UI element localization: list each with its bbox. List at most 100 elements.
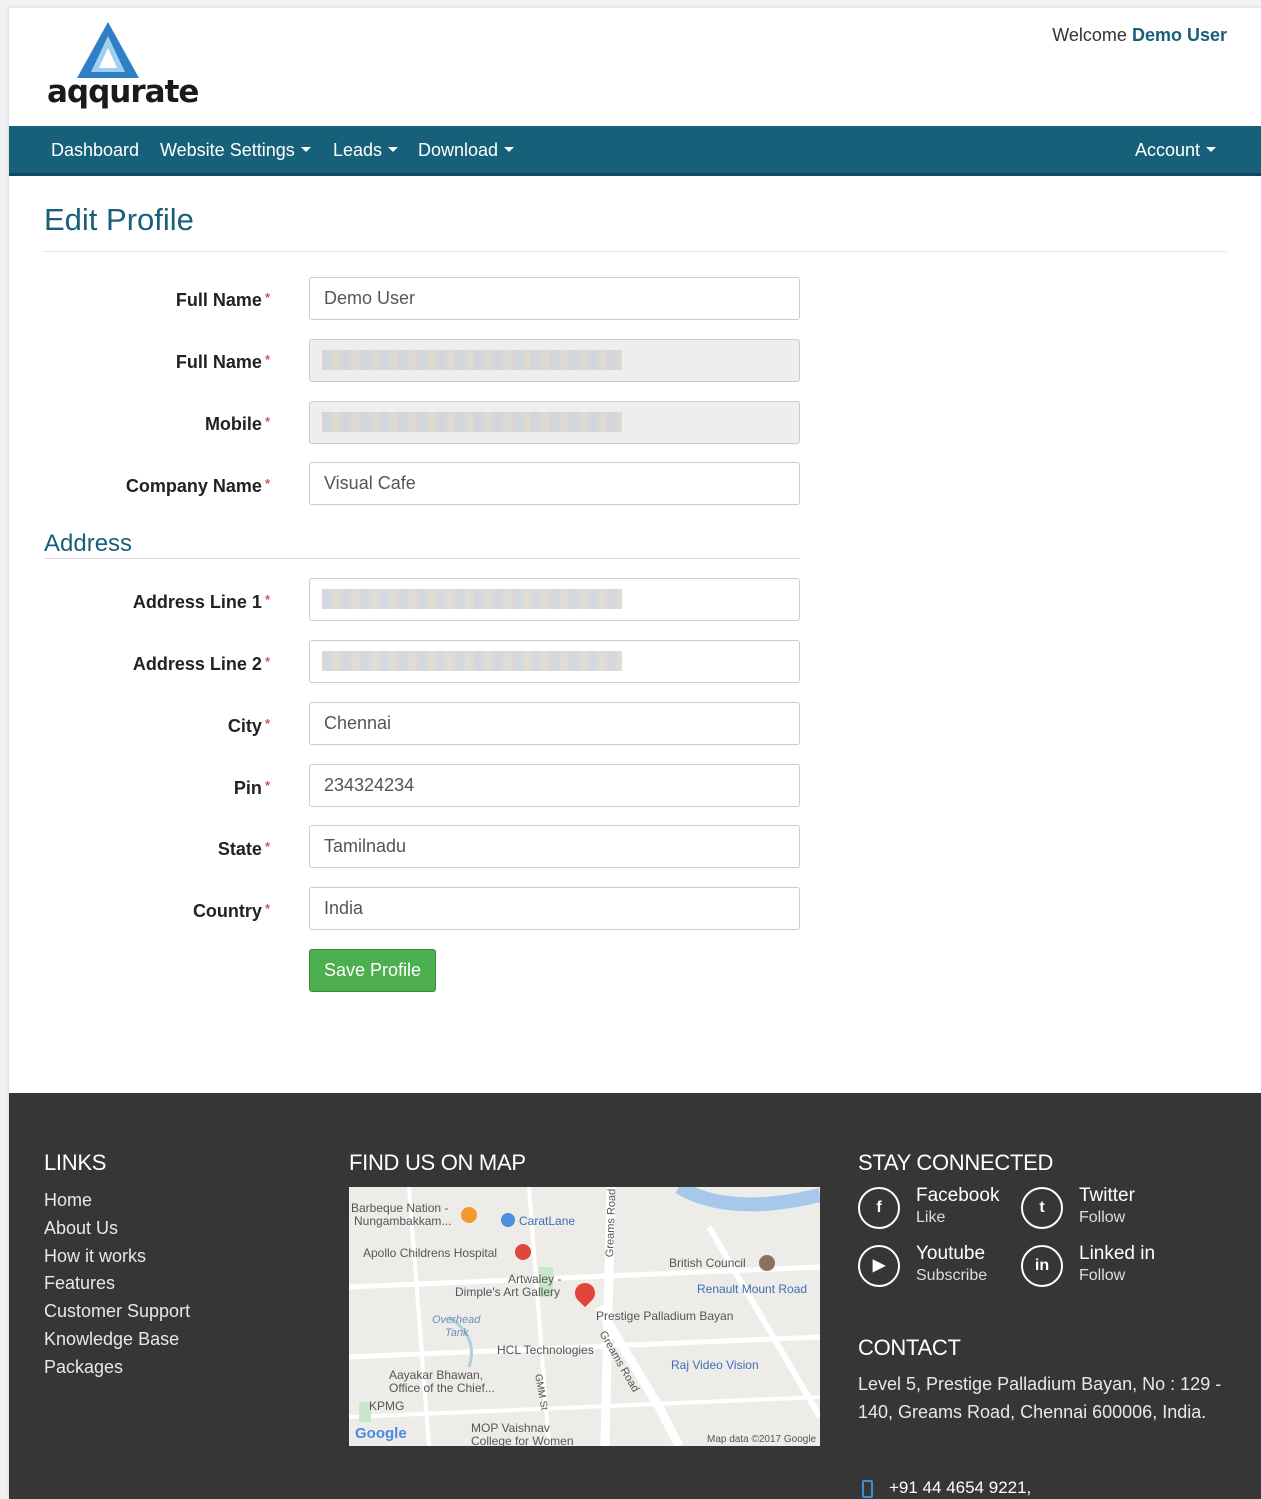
country-label: Country * bbox=[193, 901, 270, 922]
mobile-phone-icon bbox=[862, 1479, 873, 1498]
google-logo: Google bbox=[355, 1425, 407, 1442]
full-name-2-input bbox=[309, 339, 800, 382]
social-sub: Follow bbox=[1079, 1267, 1126, 1284]
social-name: Linked in bbox=[1079, 1243, 1156, 1264]
map-label: KPMG bbox=[369, 1399, 405, 1413]
location-map[interactable]: Barbeque Nation - Nungambakkam... CaratL… bbox=[349, 1187, 820, 1446]
state-input[interactable]: Tamilnadu bbox=[309, 825, 800, 868]
address-line-2-label-text: Address Line 2 bbox=[132, 654, 262, 674]
mobile-input bbox=[309, 401, 800, 444]
map-label: Prestige Palladium Bayan bbox=[596, 1309, 734, 1323]
state-label: State * bbox=[218, 839, 270, 860]
nav-account[interactable]: Account bbox=[1135, 140, 1217, 161]
nav-account-label: Account bbox=[1135, 140, 1201, 160]
title-divider bbox=[44, 251, 1228, 252]
address-line-1-label-text: Address Line 1 bbox=[132, 592, 262, 612]
city-label-text: City bbox=[227, 716, 262, 736]
footer-link-features[interactable]: Features bbox=[44, 1273, 115, 1294]
pin-input[interactable]: 234324234 bbox=[309, 764, 800, 807]
address-section-title: Address bbox=[44, 530, 133, 557]
city-label: City * bbox=[228, 716, 270, 737]
social-sub: Follow bbox=[1079, 1209, 1126, 1226]
place-marker-icon[interactable] bbox=[759, 1255, 775, 1271]
full-name-input[interactable]: Demo User bbox=[309, 277, 800, 320]
required-mark: * bbox=[264, 414, 270, 429]
facebook-icon: f bbox=[858, 1187, 900, 1229]
footer: LINKS Home About Us How it works Feature… bbox=[9, 1093, 1261, 1499]
required-mark: * bbox=[264, 654, 270, 669]
pin-label-text: Pin bbox=[233, 778, 262, 798]
country-input[interactable]: India bbox=[309, 887, 800, 930]
map-label: CaratLane bbox=[519, 1214, 576, 1228]
required-mark: * bbox=[264, 716, 270, 731]
caret-down-icon bbox=[388, 147, 399, 153]
footer-link-packages[interactable]: Packages bbox=[44, 1357, 123, 1378]
nav-download[interactable]: Download bbox=[418, 140, 515, 161]
nav-website-settings-label: Website Settings bbox=[160, 140, 295, 160]
social-name: Youtube bbox=[916, 1243, 986, 1264]
mobile-label: Mobile * bbox=[205, 414, 270, 435]
address-line-2-label: Address Line 2 * bbox=[133, 654, 270, 675]
redacted-value bbox=[322, 412, 622, 432]
required-mark: * bbox=[264, 839, 270, 854]
nav-download-label: Download bbox=[418, 140, 499, 160]
hospital-marker-icon[interactable] bbox=[515, 1244, 531, 1260]
full-name-label: Full Name * bbox=[176, 290, 270, 311]
footer-link-how-it-works[interactable]: How it works bbox=[44, 1246, 146, 1267]
logo-triangle-icon bbox=[77, 22, 139, 78]
page-frame: aqqurate Welcome Demo User Dashboard Web… bbox=[9, 8, 1261, 1499]
contact-address: Level 5, Prestige Palladium Bayan, No : … bbox=[858, 1374, 1222, 1422]
map-label: College for Women bbox=[471, 1434, 574, 1447]
redacted-value bbox=[322, 651, 622, 671]
logo[interactable]: aqqurate bbox=[47, 22, 199, 112]
full-name-label-text: Full Name bbox=[175, 290, 262, 310]
map-label: Renault Mount Road bbox=[697, 1282, 808, 1296]
restaurant-marker-icon[interactable] bbox=[461, 1207, 477, 1223]
youtube-icon: ▶ bbox=[858, 1245, 900, 1287]
map-label: Tank bbox=[445, 1327, 469, 1339]
map-heading: FIND US ON MAP bbox=[349, 1150, 526, 1175]
company-name-label-text: Company Name bbox=[125, 476, 262, 496]
main-navbar: Dashboard Website Settings Leads Downloa… bbox=[9, 126, 1261, 176]
map-label: Raj Video Vision bbox=[671, 1358, 759, 1372]
caret-down-icon bbox=[1206, 147, 1217, 153]
social-name: Twitter bbox=[1079, 1185, 1135, 1206]
required-mark: * bbox=[264, 592, 270, 607]
address-line-2-input[interactable] bbox=[309, 640, 800, 683]
map-label: Apollo Childrens Hospital bbox=[363, 1246, 498, 1260]
welcome-message: Welcome Demo User bbox=[1052, 25, 1227, 46]
caret-down-icon bbox=[300, 147, 311, 153]
pin-label: Pin * bbox=[234, 778, 270, 799]
nav-leads[interactable]: Leads bbox=[333, 140, 399, 161]
required-mark: * bbox=[264, 352, 270, 367]
linkedin-icon: in bbox=[1021, 1245, 1063, 1287]
footer-link-customer-support[interactable]: Customer Support bbox=[44, 1301, 190, 1322]
footer-link-home[interactable]: Home bbox=[44, 1190, 92, 1211]
logo-text: aqqurate bbox=[47, 74, 199, 110]
nav-website-settings[interactable]: Website Settings bbox=[160, 140, 311, 161]
contact-phone[interactable]: +91 44 4654 9221, bbox=[858, 1478, 1031, 1498]
header: aqqurate Welcome Demo User bbox=[9, 8, 1261, 126]
save-profile-button[interactable]: Save Profile bbox=[309, 949, 436, 992]
page-title: Edit Profile bbox=[44, 202, 194, 237]
welcome-prefix: Welcome bbox=[1052, 25, 1127, 45]
address-line-1-input[interactable] bbox=[309, 578, 800, 621]
mobile-label-text: Mobile bbox=[204, 414, 262, 434]
city-input[interactable]: Chennai bbox=[309, 702, 800, 745]
required-mark: * bbox=[264, 476, 270, 491]
state-label-text: State bbox=[217, 839, 262, 859]
contact-heading: CONTACT bbox=[858, 1335, 961, 1360]
redacted-value bbox=[322, 589, 622, 609]
full-name-2-label: Full Name * bbox=[176, 352, 270, 373]
full-name-2-label-text: Full Name bbox=[175, 352, 262, 372]
nav-dashboard-label: Dashboard bbox=[51, 140, 140, 160]
shop-marker-icon[interactable] bbox=[501, 1213, 515, 1227]
footer-link-knowledge-base[interactable]: Knowledge Base bbox=[44, 1329, 179, 1350]
social-sub: Like bbox=[916, 1209, 946, 1226]
welcome-user-name[interactable]: Demo User bbox=[1132, 25, 1227, 45]
nav-dashboard[interactable]: Dashboard bbox=[51, 140, 139, 161]
company-name-input[interactable]: Visual Cafe bbox=[309, 462, 800, 505]
redacted-value bbox=[322, 350, 622, 370]
footer-link-about-us[interactable]: About Us bbox=[44, 1218, 118, 1239]
social-sub: Subscribe bbox=[916, 1267, 988, 1284]
